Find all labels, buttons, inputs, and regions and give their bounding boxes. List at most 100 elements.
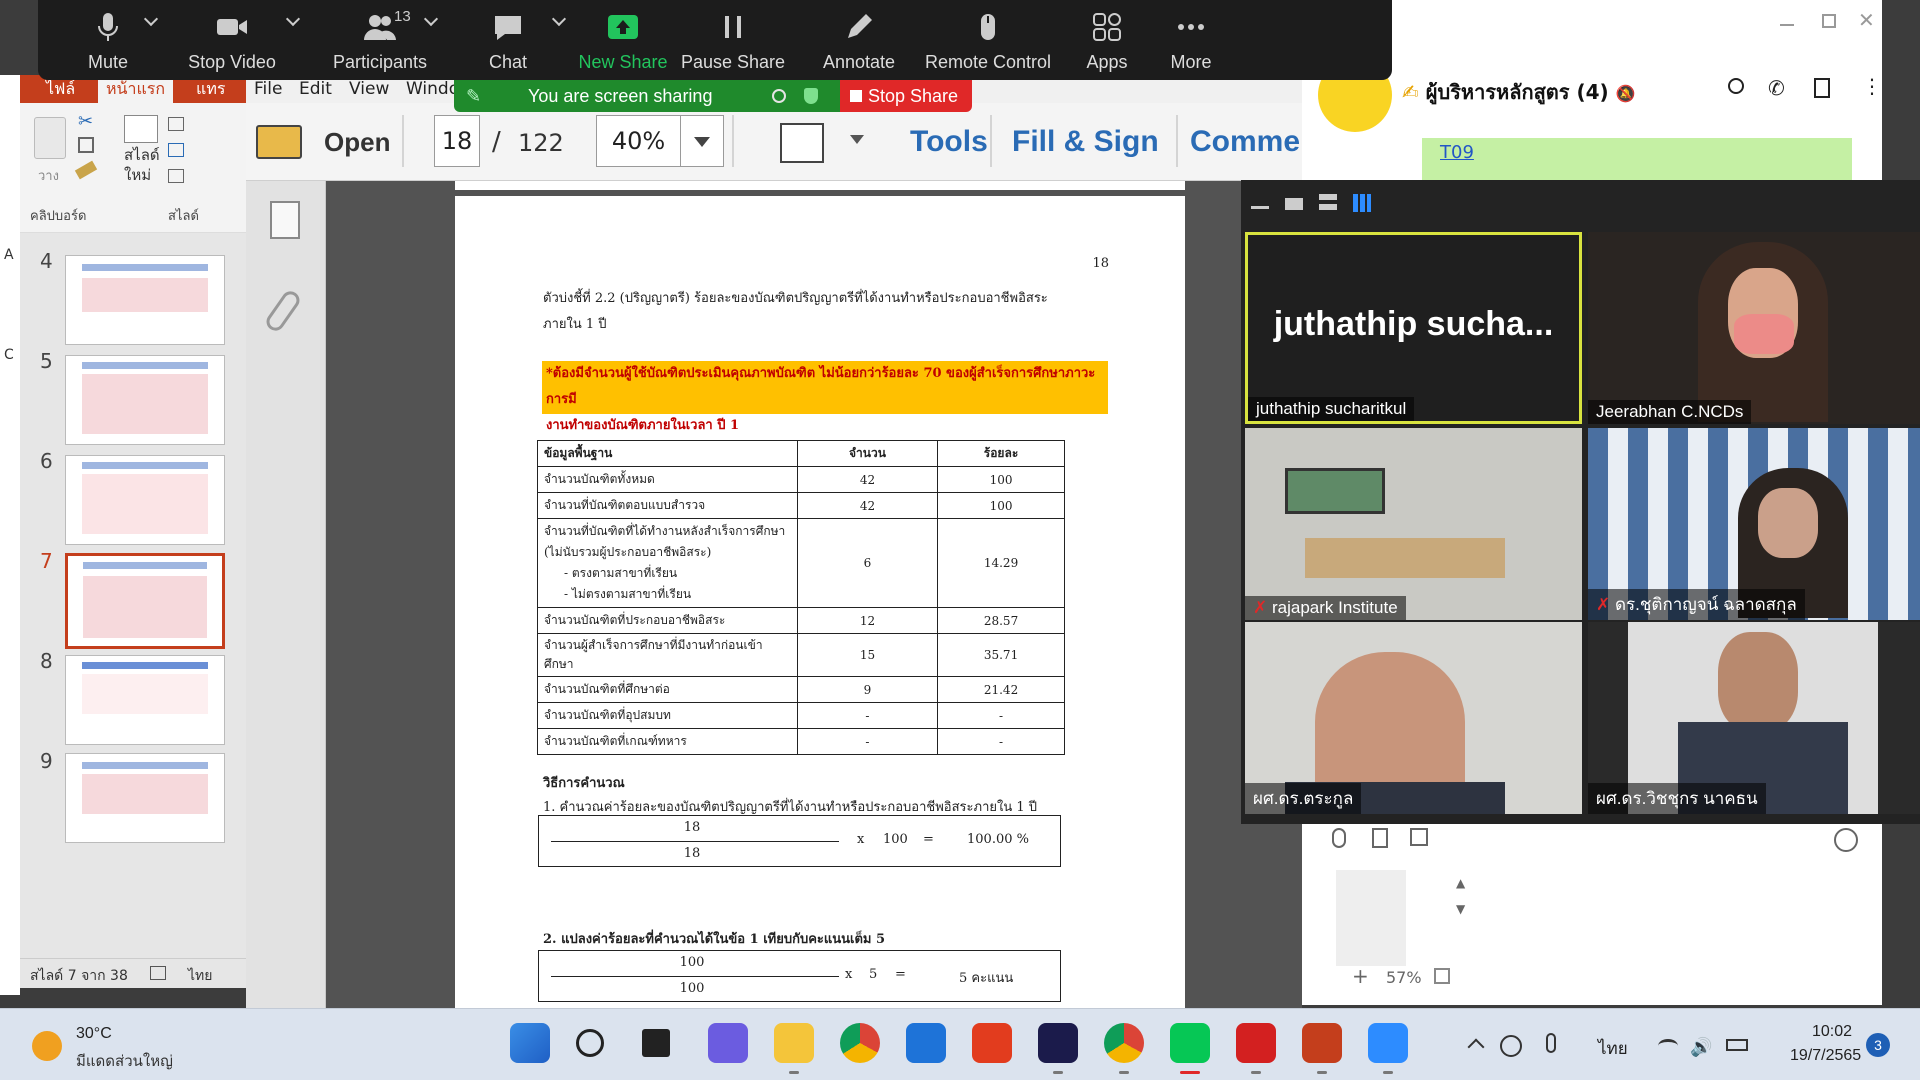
task-view-icon[interactable] <box>642 1029 670 1057</box>
office-icon[interactable] <box>972 1023 1012 1063</box>
menu-file[interactable]: File <box>254 79 282 99</box>
bookmark-icon[interactable] <box>1372 828 1388 848</box>
mail-icon[interactable] <box>906 1023 946 1063</box>
open-folder-icon[interactable] <box>256 125 302 159</box>
new-share-button[interactable]: New Share <box>568 0 678 80</box>
chevron-up-icon[interactable] <box>1467 1038 1485 1056</box>
slide-thumbnail-9[interactable] <box>65 753 225 843</box>
ppt-tab-insert[interactable]: แทร <box>196 77 225 102</box>
video-tile[interactable]: ผศ.ดร.วิชชุกร นาคธน <box>1588 622 1920 814</box>
attachment-icon[interactable] <box>263 287 303 335</box>
cut-icon[interactable]: ✂ <box>78 111 93 132</box>
fill-sign-button[interactable]: Fill & Sign <box>1012 125 1159 159</box>
apps-button[interactable]: Apps <box>1062 0 1152 80</box>
chevron-down-icon[interactable] <box>423 11 439 27</box>
input-language[interactable]: ไทย <box>1598 1035 1628 1062</box>
zoom-level-input[interactable]: 40% <box>596 115 681 167</box>
section-icon[interactable] <box>168 169 184 183</box>
teams-chat-icon[interactable] <box>708 1023 748 1063</box>
video-tile[interactable]: Jeerabhan C.NCDs <box>1588 232 1920 424</box>
tools-button[interactable]: Tools <box>910 125 988 159</box>
clock-date[interactable]: 19/7/2565 <box>1790 1047 1861 1065</box>
video-tile[interactable]: ✗ ดร.ชุติกาญจน์ ฉลาดสกุล <box>1588 428 1920 620</box>
file-explorer-icon[interactable] <box>774 1023 814 1063</box>
search-icon[interactable] <box>1728 78 1744 94</box>
screen-sharing-banner[interactable]: ✎ You are screen sharing <box>454 80 840 112</box>
slide-thumbnail-4[interactable] <box>65 255 225 345</box>
chat-message-bubble[interactable]: T09 <box>1422 138 1852 180</box>
clock-time[interactable]: 10:02 <box>1812 1023 1852 1041</box>
gallery-view-icon[interactable] <box>1353 194 1371 212</box>
participants-button[interactable]: 13 Participants <box>318 0 442 80</box>
paste-icon[interactable] <box>34 117 66 159</box>
format-painter-icon[interactable] <box>74 160 98 180</box>
menu-view[interactable]: View <box>349 79 389 99</box>
copy-icon[interactable] <box>78 137 94 153</box>
comment-button[interactable]: Commer <box>1190 125 1312 159</box>
attach-icon[interactable] <box>1332 828 1346 848</box>
page-number-input[interactable]: 18 <box>434 115 480 167</box>
remote-control-button[interactable]: Remote Control <box>908 0 1068 80</box>
slide-thumbnail-8[interactable] <box>65 655 225 745</box>
chevron-down-icon[interactable] <box>551 11 567 27</box>
screenshot-icon[interactable] <box>1410 828 1428 846</box>
menu-edit[interactable]: Edit <box>299 79 332 99</box>
open-button[interactable]: Open <box>324 127 390 158</box>
minimize-icon[interactable] <box>1780 24 1794 26</box>
slide-thumbnails-pane[interactable]: 4 5 6 7 8 9 <box>20 233 246 958</box>
speaker-view-icon[interactable] <box>1285 198 1303 210</box>
mute-button[interactable]: Mute <box>58 0 159 80</box>
ppt-tab-file[interactable]: ไฟล์ <box>46 77 75 102</box>
webex-icon[interactable] <box>1038 1023 1078 1063</box>
zoom-dropdown[interactable] <box>680 115 724 167</box>
slide-thumbnail-6[interactable] <box>65 455 225 545</box>
close-icon[interactable]: ✕ <box>1858 8 1875 32</box>
layout-icon[interactable] <box>168 117 184 131</box>
scroll-area[interactable] <box>1336 870 1406 966</box>
paste-button[interactable]: วาง <box>38 165 59 186</box>
scroll-up-icon[interactable]: ▲ <box>1456 876 1465 890</box>
sync-icon[interactable] <box>1500 1035 1522 1057</box>
line-icon[interactable] <box>1170 1023 1210 1063</box>
scroll-down-icon[interactable]: ▼ <box>1456 902 1465 916</box>
acrobat-document-area[interactable]: 18 ตัวบ่งชี้ที่ 2.2 (ปริญญาตรี) ร้อยละขอ… <box>326 181 1302 1008</box>
stop-share-button[interactable]: Stop Share <box>840 80 972 112</box>
maximize-icon[interactable] <box>1822 14 1836 28</box>
emoji-icon[interactable] <box>1834 828 1858 852</box>
strip-view-icon[interactable] <box>1319 194 1337 210</box>
notes-icon[interactable] <box>1814 78 1830 98</box>
more-vertical-icon[interactable]: ⋮ <box>1862 74 1882 98</box>
zoom-in-icon[interactable]: + <box>1352 964 1369 988</box>
weather-condition[interactable]: มีแดดส่วนใหญ่ <box>76 1049 173 1073</box>
new-slide-icon[interactable] <box>124 115 158 143</box>
notes-icon[interactable] <box>150 966 166 980</box>
fullscreen-icon[interactable] <box>780 123 824 163</box>
acrobat-icon[interactable] <box>1236 1023 1276 1063</box>
fit-screen-icon[interactable] <box>1434 968 1450 984</box>
weather-temperature[interactable]: 30°C <box>76 1025 112 1043</box>
chevron-down-icon[interactable] <box>285 11 301 27</box>
annotate-button[interactable]: Annotate <box>804 0 914 80</box>
weather-icon[interactable] <box>32 1031 62 1061</box>
video-tile[interactable]: ✗ rajapark Institute <box>1245 428 1582 620</box>
zoom-icon[interactable] <box>1368 1023 1408 1063</box>
powerpoint-icon[interactable] <box>1302 1023 1342 1063</box>
phone-icon[interactable]: ✆ <box>1768 76 1785 100</box>
wifi-icon[interactable] <box>1658 1039 1678 1053</box>
video-tile-active-speaker[interactable]: juthathip sucha... juthathip sucharitkul <box>1245 232 1582 424</box>
video-tile[interactable]: ผศ.ดร.ตระกูล <box>1245 622 1582 814</box>
chevron-down-icon[interactable] <box>143 11 159 27</box>
chrome-profile-icon[interactable] <box>1104 1023 1144 1063</box>
chat-button[interactable]: Chat <box>458 0 567 80</box>
volume-icon[interactable]: 🔊 <box>1690 1037 1712 1058</box>
battery-icon[interactable] <box>1726 1039 1748 1051</box>
menu-window[interactable]: Windo <box>406 79 459 99</box>
search-icon[interactable] <box>576 1029 604 1057</box>
notification-badge[interactable]: 3 <box>1866 1033 1890 1057</box>
microphone-tray-icon[interactable] <box>1546 1033 1556 1053</box>
chrome-icon[interactable] <box>840 1023 880 1063</box>
reset-icon[interactable] <box>168 143 184 157</box>
drag-handle-icon[interactable]: ✎ <box>466 86 481 107</box>
pause-share-button[interactable]: Pause Share <box>668 0 798 80</box>
minimize-video-icon[interactable] <box>1251 206 1269 209</box>
